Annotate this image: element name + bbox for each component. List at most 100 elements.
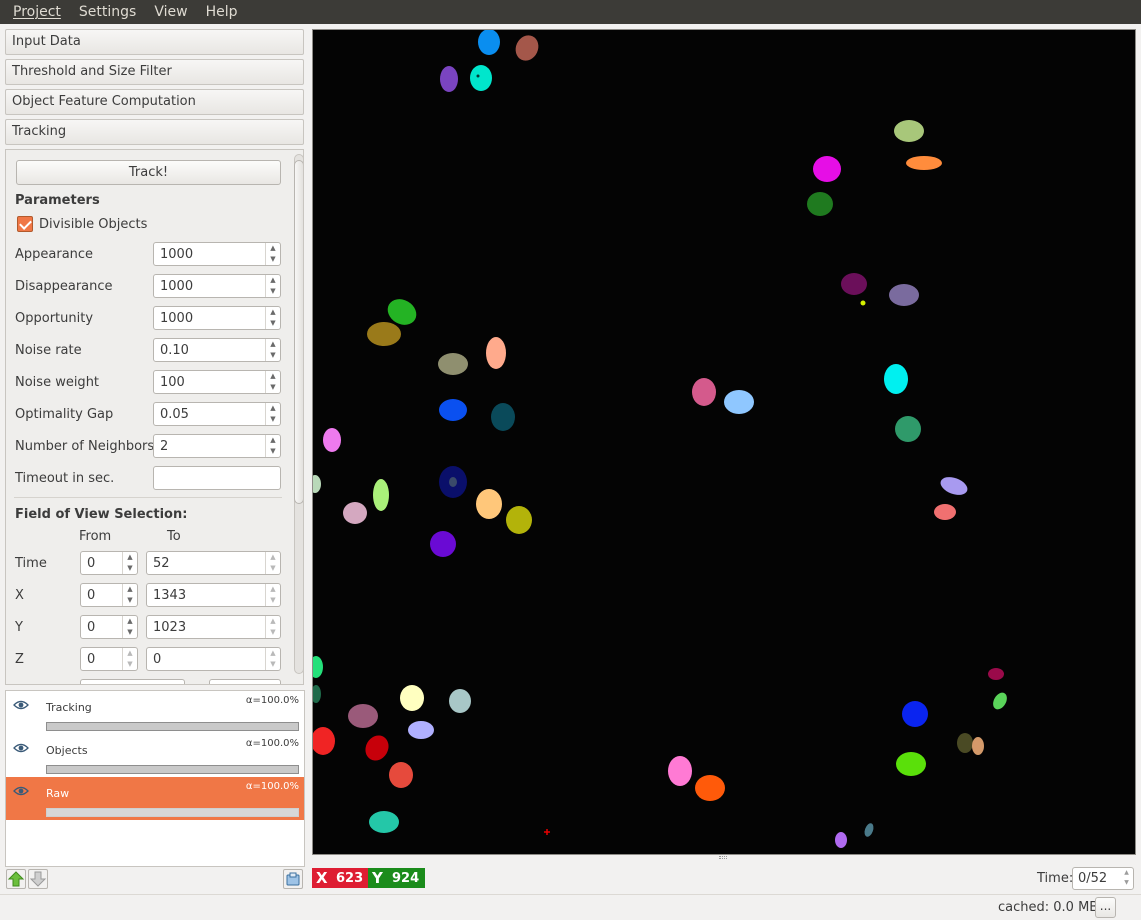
chevron-down-icon[interactable]: ▼ <box>266 414 280 425</box>
divisible-objects-option[interactable]: Divisible Objects <box>17 216 147 232</box>
tracking-pane-scrollbar[interactable] <box>292 150 303 684</box>
divisible-objects-checkbox[interactable] <box>17 216 33 232</box>
z-from-spinbox[interactable]: 0 ▲ ▼ <box>80 647 138 671</box>
chevron-down-icon[interactable]: ▼ <box>266 563 280 574</box>
optimality-gap-spinbox[interactable]: 0.05 ▲ ▼ <box>153 402 281 426</box>
chevron-down-icon[interactable]: ▼ <box>123 563 137 574</box>
chevron-up-icon[interactable]: ▲ <box>266 243 280 254</box>
chevron-down-icon[interactable]: ▼ <box>123 659 137 670</box>
z-to-stepper[interactable]: ▲ ▼ <box>265 648 280 670</box>
time-from-spinbox[interactable]: 0 ▲ ▼ <box>80 551 138 575</box>
eye-icon[interactable] <box>13 700 29 710</box>
chevron-up-icon[interactable]: ▲ <box>266 435 280 446</box>
optimality-gap-stepper[interactable]: ▲ ▼ <box>265 403 280 425</box>
chevron-down-icon[interactable]: ▼ <box>266 659 280 670</box>
arrow-up-icon <box>7 871 25 887</box>
menu-help[interactable]: Help <box>197 0 247 24</box>
appearance-stepper[interactable]: ▲ ▼ <box>265 243 280 265</box>
opportunity-stepper[interactable]: ▲ ▼ <box>265 307 280 329</box>
param-label-appearance: Appearance <box>15 247 94 262</box>
chevron-down-icon[interactable]: ▼ <box>123 627 137 638</box>
next-row-spinbox[interactable] <box>80 679 185 684</box>
chevron-up-icon[interactable]: ▲ <box>123 552 137 563</box>
applet-threshold-size-filter[interactable]: Threshold and Size Filter <box>5 59 304 85</box>
chevron-down-icon[interactable]: ▼ <box>266 286 280 297</box>
applet-tracking[interactable]: Tracking <box>5 119 304 145</box>
menu-project[interactable]: Project <box>4 0 70 24</box>
param-label-noise-weight: Noise weight <box>15 375 100 390</box>
menubar: Project Settings View Help <box>0 0 1141 24</box>
chevron-down-icon[interactable]: ▼ <box>266 350 280 361</box>
y-from-spinbox[interactable]: 0 ▲ ▼ <box>80 615 138 639</box>
chevron-up-icon[interactable]: ▲ <box>266 552 280 563</box>
applet-input-data[interactable]: Input Data <box>5 29 304 55</box>
chevron-down-icon[interactable]: ▼ <box>266 446 280 457</box>
image-viewer[interactable] <box>312 29 1136 855</box>
y-from-stepper[interactable]: ▲ ▼ <box>122 616 137 638</box>
x-from-spinbox[interactable]: 0 ▲ ▼ <box>80 583 138 607</box>
noise-rate-stepper[interactable]: ▲ ▼ <box>265 339 280 361</box>
chevron-down-icon[interactable]: ▼ <box>123 595 137 606</box>
cache-more-button[interactable]: ... <box>1095 897 1116 918</box>
chevron-up-icon[interactable]: ▲ <box>123 648 137 659</box>
chevron-down-icon[interactable]: ▼ <box>266 382 280 393</box>
track-button[interactable]: Track! <box>16 160 281 185</box>
noise-weight-stepper[interactable]: ▲ ▼ <box>265 371 280 393</box>
number-of-neighbors-stepper[interactable]: ▲ ▼ <box>265 435 280 457</box>
layer-opacity-bar[interactable] <box>46 765 299 774</box>
layer-opacity-bar[interactable] <box>46 808 299 817</box>
chevron-up-icon[interactable]: ▲ <box>266 275 280 286</box>
chevron-up-icon[interactable]: ▲ <box>266 584 280 595</box>
chevron-up-icon[interactable]: ▲ <box>1124 869 1129 876</box>
opportunity-spinbox[interactable]: 1000 ▲ ▼ <box>153 306 281 330</box>
time-to-stepper[interactable]: ▲ ▼ <box>265 552 280 574</box>
chevron-up-icon[interactable]: ▲ <box>123 584 137 595</box>
noise-rate-spinbox[interactable]: 0.10 ▲ ▼ <box>153 338 281 362</box>
number-of-neighbors-spinbox[interactable]: 2 ▲ ▼ <box>153 434 281 458</box>
menu-view[interactable]: View <box>145 0 196 24</box>
next-row-spinbox-2[interactable] <box>209 679 281 684</box>
chevron-down-icon[interactable]: ▼ <box>1124 879 1129 886</box>
chevron-down-icon[interactable]: ▼ <box>266 627 280 638</box>
chevron-up-icon[interactable]: ▲ <box>266 648 280 659</box>
layer-objects[interactable]: Objects α=100.0% <box>6 734 304 777</box>
time-stepper[interactable]: ▲ ▼ <box>1120 868 1133 889</box>
time-spinbox[interactable]: 0/52 ▲ ▼ <box>1072 867 1134 890</box>
layer-tracking[interactable]: Tracking α=100.0% <box>6 691 304 734</box>
x-to-stepper[interactable]: ▲ ▼ <box>265 584 280 606</box>
layer-options-button[interactable] <box>283 869 303 889</box>
layer-opacity-bar[interactable] <box>46 722 299 731</box>
chevron-down-icon[interactable]: ▼ <box>266 254 280 265</box>
time-from-stepper[interactable]: ▲ ▼ <box>122 552 137 574</box>
chevron-down-icon[interactable]: ▼ <box>266 318 280 329</box>
chevron-down-icon[interactable]: ▼ <box>266 595 280 606</box>
x-from-stepper[interactable]: ▲ ▼ <box>122 584 137 606</box>
applet-object-feature-computation[interactable]: Object Feature Computation <box>5 89 304 115</box>
timeout-input[interactable] <box>153 466 281 490</box>
z-to-spinbox[interactable]: 0 ▲ ▼ <box>146 647 281 671</box>
viewer-resize-grip[interactable] <box>719 856 727 859</box>
chevron-up-icon[interactable]: ▲ <box>123 616 137 627</box>
eye-icon[interactable] <box>13 743 29 753</box>
chevron-up-icon[interactable]: ▲ <box>266 403 280 414</box>
x-to-spinbox[interactable]: 1343 ▲ ▼ <box>146 583 281 607</box>
noise-weight-spinbox[interactable]: 100 ▲ ▼ <box>153 370 281 394</box>
chevron-up-icon[interactable]: ▲ <box>266 616 280 627</box>
z-from-stepper[interactable]: ▲ ▼ <box>122 648 137 670</box>
scrollbar-thumb[interactable] <box>294 160 303 504</box>
chevron-up-icon[interactable]: ▲ <box>266 339 280 350</box>
y-to-value: 1023 <box>153 620 187 635</box>
move-layer-up-button[interactable] <box>6 869 26 889</box>
y-to-spinbox[interactable]: 1023 ▲ ▼ <box>146 615 281 639</box>
time-to-spinbox[interactable]: 52 ▲ ▼ <box>146 551 281 575</box>
move-layer-down-button[interactable] <box>28 869 48 889</box>
disappearance-stepper[interactable]: ▲ ▼ <box>265 275 280 297</box>
eye-icon[interactable] <box>13 786 29 796</box>
layer-raw[interactable]: Raw α=100.0% <box>6 777 304 820</box>
chevron-up-icon[interactable]: ▲ <box>266 307 280 318</box>
appearance-spinbox[interactable]: 1000 ▲ ▼ <box>153 242 281 266</box>
disappearance-spinbox[interactable]: 1000 ▲ ▼ <box>153 274 281 298</box>
chevron-up-icon[interactable]: ▲ <box>266 371 280 382</box>
y-to-stepper[interactable]: ▲ ▼ <box>265 616 280 638</box>
menu-settings[interactable]: Settings <box>70 0 145 24</box>
